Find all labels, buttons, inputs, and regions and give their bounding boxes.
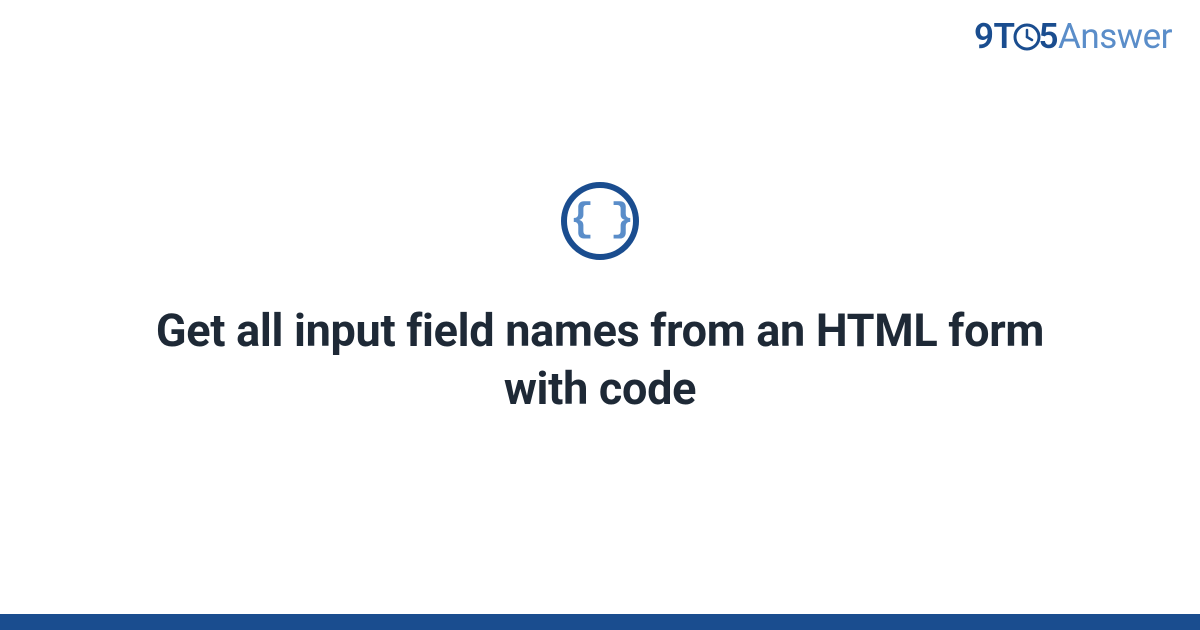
footer-accent-bar: [0, 614, 1200, 630]
page-title: Get all input field names from an HTML f…: [140, 302, 1060, 417]
main-content: { } Get all input field names from an HT…: [0, 0, 1200, 630]
code-braces-icon: { }: [570, 201, 630, 241]
topic-icon-circle: { }: [561, 182, 639, 260]
